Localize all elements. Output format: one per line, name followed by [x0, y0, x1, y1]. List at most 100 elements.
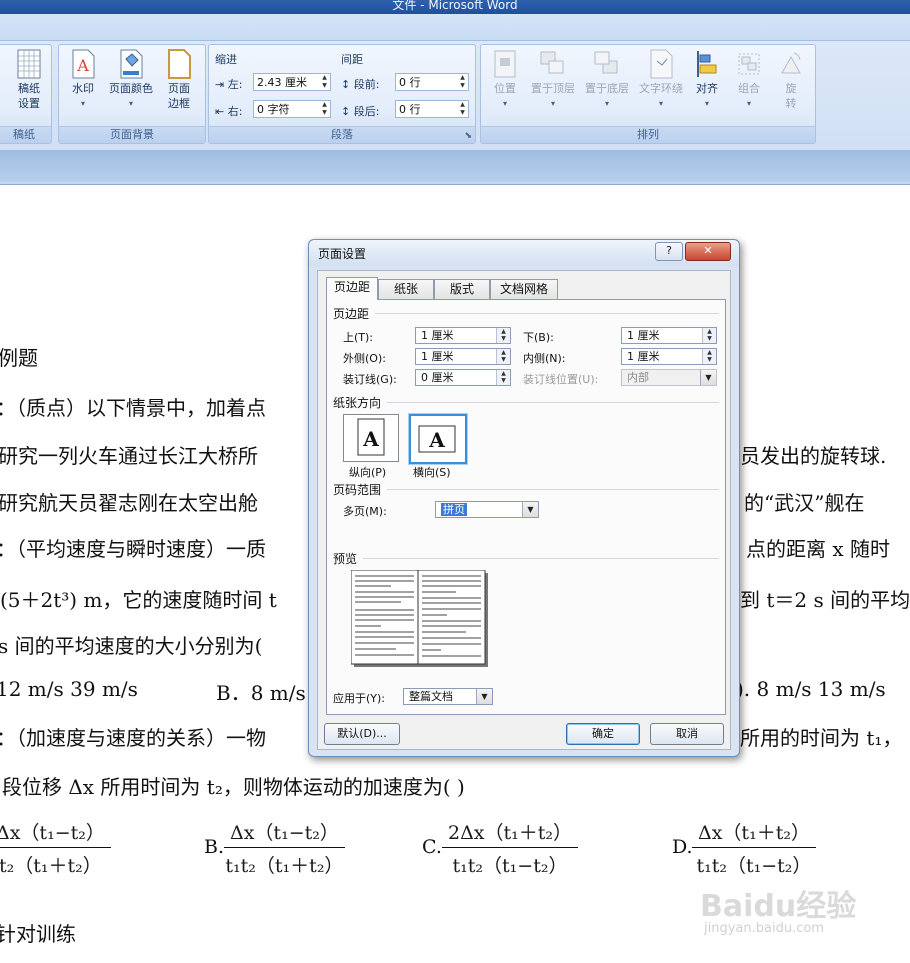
- multiple-pages-value: 拼页: [441, 503, 467, 516]
- indent-left-row: ⇥ 左:: [215, 76, 242, 92]
- doc-line-3: 研究航天员翟志刚在太空出舱: [0, 491, 258, 515]
- landscape-glyph: A: [428, 428, 445, 452]
- window-title: 文件 - Microsoft Word: [392, 0, 518, 12]
- outside-margin-spinner[interactable]: ▲ ▼: [496, 349, 510, 364]
- tab-paper[interactable]: 纸张: [378, 279, 434, 300]
- inside-margin-label: 内侧(N):: [523, 352, 566, 365]
- indent-right-label: 右:: [227, 105, 243, 118]
- group-label-gaozhi: 稿纸: [0, 126, 51, 143]
- group-label-page-background: 页面背景: [59, 126, 205, 143]
- grid-paper-icon: [15, 49, 43, 79]
- outside-margin-label: 外侧(O):: [343, 352, 386, 365]
- gaozhi-label-1: 稿纸: [18, 82, 40, 95]
- answer-b-numerator: Δx（t₁−t₂）: [224, 818, 345, 848]
- multiple-pages-select[interactable]: 拼页 ▼: [435, 501, 539, 518]
- spacing-after-spinner[interactable]: ▲ ▼: [457, 101, 468, 117]
- preview-heading: 预览: [333, 552, 358, 566]
- indent-right-input[interactable]: 0 字符 ▲ ▼: [253, 100, 331, 118]
- baidu-watermark: Baidu经验 jingyan.baidu.com: [700, 875, 900, 955]
- spacing-before-icon: ↕: [341, 78, 354, 91]
- bring-to-front-icon: [539, 49, 567, 79]
- page-color-dropdown-icon: ▾: [128, 99, 133, 108]
- rotate-button[interactable]: 旋 转: [769, 49, 813, 111]
- inside-margin-spinner[interactable]: ▲ ▼: [702, 349, 716, 364]
- bring-front-dropdown-icon: ▾: [550, 99, 555, 108]
- group-label-arrange: 排列: [481, 126, 815, 143]
- page-color-button[interactable]: 页面颜色 ▾: [105, 49, 157, 111]
- outside-margin-input[interactable]: 1 厘米 ▲ ▼: [415, 348, 511, 365]
- preview-pages-icon: [350, 569, 489, 668]
- indent-heading: 缩进: [215, 53, 237, 66]
- send-back-button[interactable]: 置于底层 ▾: [579, 49, 635, 111]
- cancel-button[interactable]: 取消: [650, 723, 724, 745]
- gutter-position-select[interactable]: 内部 ▼: [621, 369, 717, 386]
- doc-line-5-right: 到 t＝2 s 间的平均: [740, 588, 910, 612]
- answer-a-fraction: Δx（t₁−t₂） t₂（t₁＋t₂）: [0, 818, 111, 878]
- ok-button[interactable]: 确定: [566, 723, 640, 745]
- landscape-page-icon: A: [409, 414, 467, 464]
- inside-margin-input[interactable]: 1 厘米 ▲ ▼: [621, 348, 717, 365]
- watermark-icon: A: [69, 49, 97, 79]
- bottom-margin-input[interactable]: 1 厘米 ▲ ▼: [621, 327, 717, 344]
- indent-left-input[interactable]: 2.43 厘米 ▲ ▼: [253, 73, 331, 91]
- gutter-position-value: 内部: [627, 371, 649, 384]
- paragraph-dialog-launcher-icon[interactable]: ⬊: [464, 131, 472, 141]
- spacing-before-input[interactable]: 0 行 ▲ ▼: [395, 73, 469, 91]
- page-border-button[interactable]: 页面 边框: [157, 49, 201, 111]
- gaozhi-settings-button[interactable]: 稿纸 设置: [7, 49, 51, 111]
- tab-margins[interactable]: 页边距: [326, 277, 378, 300]
- answer-c-numerator: 2Δx（t₁＋t₂）: [442, 818, 579, 848]
- gutter-input[interactable]: 0 厘米 ▲ ▼: [415, 369, 511, 386]
- indent-right-icon: ⇤: [215, 105, 228, 118]
- bottom-margin-spinner[interactable]: ▲ ▼: [702, 328, 716, 343]
- send-back-dropdown-icon: ▾: [604, 99, 609, 108]
- gutter-value: 0 厘米: [421, 371, 454, 384]
- spacing-after-input[interactable]: 0 行 ▲ ▼: [395, 100, 469, 118]
- top-margin-spinner[interactable]: ▲ ▼: [496, 328, 510, 343]
- group-objects-button[interactable]: 组合 ▾: [727, 49, 771, 111]
- bottom-margin-label: 下(B):: [523, 331, 554, 344]
- indent-right-spinner[interactable]: ▲ ▼: [319, 101, 330, 117]
- tab-layout[interactable]: 版式: [434, 279, 490, 300]
- portrait-option[interactable]: A 纵向(P): [343, 414, 403, 479]
- doc-option-a: 12 m/s 39 m/s: [0, 677, 138, 701]
- tab-document-grid[interactable]: 文档网格: [490, 279, 558, 300]
- landscape-option[interactable]: A 横向(S): [409, 414, 469, 479]
- spacing-before-spinner[interactable]: ▲ ▼: [457, 74, 468, 90]
- doc-line-1: ：（质点）以下情景中，加着点: [0, 396, 266, 420]
- bring-front-label: 置于顶层: [531, 82, 575, 95]
- portrait-page-icon: A: [343, 414, 399, 462]
- dialog-close-button[interactable]: ✕: [685, 242, 731, 261]
- dialog-help-button[interactable]: ?: [655, 242, 683, 261]
- doc-option-b: B．8 m/s: [216, 681, 306, 705]
- page-border-label-1: 页面: [168, 82, 190, 95]
- multiple-pages-label: 多页(M):: [343, 505, 387, 518]
- doc-line-4: ：（平均速度与瞬时速度）一质: [0, 537, 266, 561]
- spacing-after-row: ↕ 段后:: [341, 103, 379, 119]
- indent-left-value: 2.43 厘米: [257, 76, 307, 89]
- gutter-spinner[interactable]: ▲ ▼: [496, 370, 510, 385]
- group-paragraph: 缩进 间距 ⇥ 左: 2.43 厘米 ▲ ▼ ⇤ 右: 0 字符 ▲ ▼ ↕ 段前: 0…: [208, 44, 476, 144]
- watermark-label: 水印: [72, 82, 94, 95]
- align-button[interactable]: 对齐 ▾: [685, 49, 729, 111]
- rotate-label-1: 旋: [785, 82, 797, 95]
- bring-front-button[interactable]: 置于顶层 ▾: [525, 49, 581, 111]
- doc-line-5: (5＋2t³) m，它的速度随时间 t: [0, 588, 277, 612]
- send-to-back-icon: [593, 49, 621, 79]
- spacing-before-label: 段前:: [353, 78, 380, 91]
- indent-left-label: 左:: [227, 78, 243, 91]
- default-button[interactable]: 默认(D)...: [324, 723, 400, 745]
- watermark-button[interactable]: A 水印 ▾: [61, 49, 105, 111]
- apply-to-select[interactable]: 整篇文档 ▼: [403, 688, 493, 705]
- spacing-before-row: ↕ 段前:: [341, 76, 379, 92]
- top-margin-input[interactable]: 1 厘米 ▲ ▼: [415, 327, 511, 344]
- top-margin-value: 1 厘米: [421, 329, 454, 342]
- indent-left-spinner[interactable]: ▲ ▼: [319, 74, 330, 90]
- position-dropdown-icon: ▾: [502, 99, 507, 108]
- text-wrap-button[interactable]: 文字环绕 ▾: [633, 49, 689, 111]
- position-button[interactable]: 位置 ▾: [483, 49, 527, 111]
- doc-line-7-right: 所用的时间为 t₁，: [740, 726, 903, 750]
- landscape-label: 横向(S): [413, 466, 451, 479]
- group-page-background: A 水印 ▾ 页面颜色 ▾ 页面 边框 页面背景: [58, 44, 206, 144]
- page-setup-dialog: 页面设置 ? ✕ 页边距 纸张 版式 文档网格 页边距 上(T): 1 厘米 ▲ ▼…: [308, 239, 740, 757]
